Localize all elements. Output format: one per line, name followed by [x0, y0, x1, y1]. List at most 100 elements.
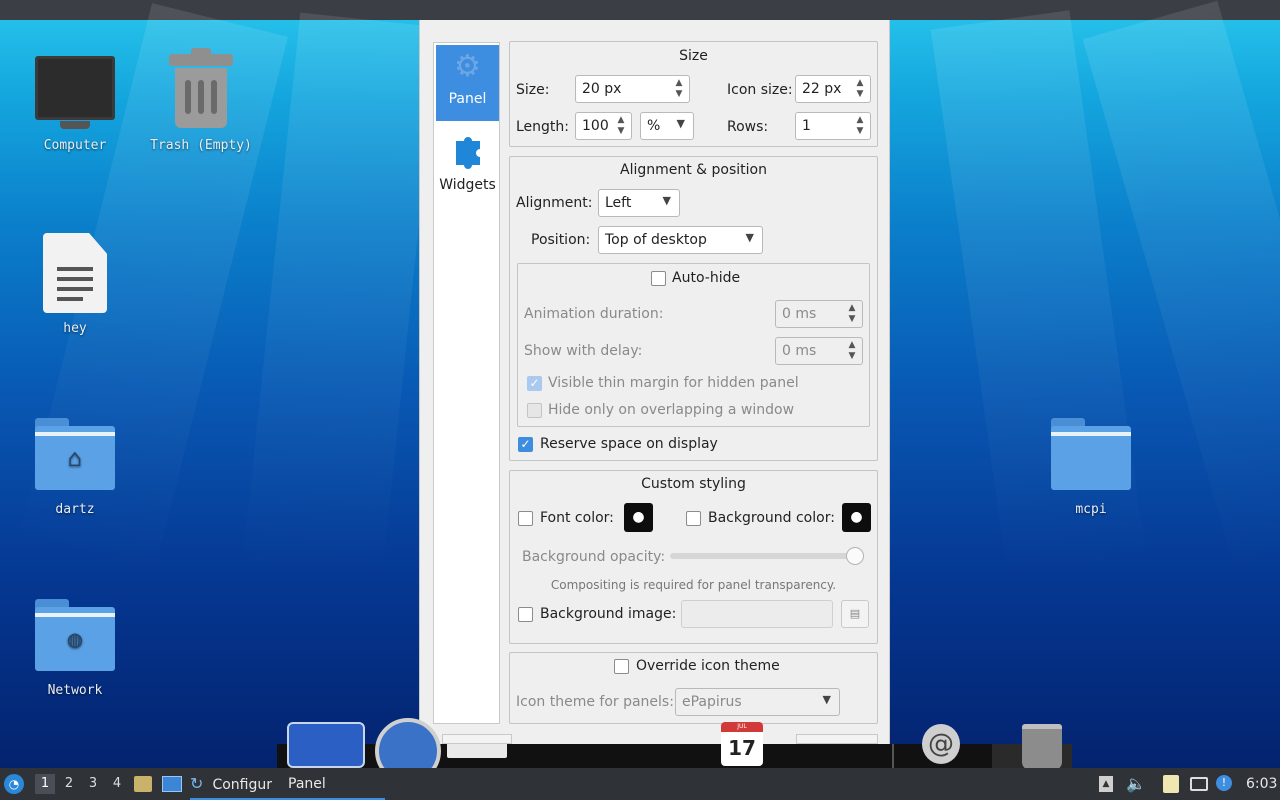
spinbox-value: 100 [582, 118, 609, 134]
image-icon: ▤ [849, 607, 861, 620]
group-title: Custom styling [641, 476, 746, 492]
panel-size-spinbox[interactable]: 20 px ▲ ▼ [575, 75, 690, 103]
background-color-checkbox[interactable] [686, 511, 701, 526]
dock-bar: JUL 17 @ [277, 718, 1072, 784]
hide-overlap-checkbox[interactable] [527, 403, 542, 418]
workspace-2[interactable]: 2 [59, 774, 79, 794]
autohide-label: Auto-hide [672, 270, 741, 286]
start-menu-button[interactable]: ◔ [4, 768, 28, 800]
trash-icon[interactable] [1022, 724, 1062, 770]
show-delay-spinbox[interactable]: 0 ms ▲ ▼ [775, 337, 863, 365]
workspace-3[interactable]: 3 [83, 774, 103, 794]
info-icon: ! [1216, 775, 1232, 791]
icon-theme-group: Override icon theme Icon theme for panel… [509, 652, 878, 724]
group-title: Alignment & position [620, 162, 767, 178]
font-color-button[interactable]: ● [624, 503, 653, 532]
workspace-1[interactable]: 1 [35, 774, 55, 794]
network-icon [1190, 777, 1208, 791]
dialog-button-left[interactable] [442, 734, 512, 744]
background-image-field[interactable] [681, 600, 833, 628]
autohide-checkbox[interactable] [651, 271, 666, 286]
dialog-button-right[interactable] [796, 734, 878, 744]
select-value: Left [605, 195, 632, 211]
nav-item-panel[interactable]: ⚙ Panel [436, 45, 499, 121]
reserve-space-checkbox[interactable]: ✓ [518, 437, 533, 452]
alignment-label: Alignment: [516, 195, 593, 211]
droplet-icon: ● [632, 509, 645, 525]
show-desktop-launcher[interactable] [162, 768, 184, 800]
background-image-checkbox[interactable] [518, 607, 533, 622]
calendar-icon[interactable]: JUL 17 [721, 722, 763, 766]
at-mail-icon[interactable]: @ [922, 724, 960, 764]
network-applet[interactable] [1190, 768, 1212, 800]
file-manager-icon [134, 776, 152, 792]
finder-icon[interactable] [287, 722, 365, 768]
desktop-icon-label: dartz [55, 502, 95, 517]
workspace-4[interactable]: 4 [107, 774, 127, 794]
background-color-label: Background color: [708, 510, 835, 526]
slider-handle[interactable] [846, 547, 864, 565]
desktop-icon-network[interactable]: ◍ Network [10, 599, 140, 698]
spin-arrows-icon[interactable]: ▲ ▼ [846, 340, 858, 362]
background-opacity-label: Background opacity: [522, 549, 666, 565]
reserve-space-label: Reserve space on display [540, 436, 718, 452]
compositing-note: Compositing is required for panel transp… [550, 578, 837, 592]
desktop-icon-hey[interactable]: hey [10, 233, 140, 336]
spinner-icon: ↻ [190, 774, 204, 793]
desktop-icon-dartz[interactable]: ⌂ dartz [10, 418, 140, 517]
animation-duration-spinbox[interactable]: 0 ms ▲ ▼ [775, 300, 863, 328]
calendar-month: JUL [737, 723, 747, 730]
length-label: Length: [516, 119, 570, 135]
icon-theme-select[interactable]: ePapirus ▼ [675, 688, 840, 716]
update-notifier[interactable]: ! [1216, 768, 1238, 800]
spinbox-value: 1 [802, 118, 811, 134]
spinbox-value: 0 ms [782, 343, 817, 359]
rows-spinbox[interactable]: 1 ▲ ▼ [795, 112, 871, 140]
browse-image-button[interactable]: ▤ [841, 600, 869, 628]
desktop-icon-computer[interactable]: Computer [10, 56, 140, 153]
length-spinbox[interactable]: 100 ▲ ▼ [575, 112, 632, 140]
nav-item-widgets[interactable]: Widgets [436, 125, 499, 201]
spinbox-value: 22 px [802, 81, 842, 97]
size-group: Size Size: 20 px ▲ ▼ Icon size: 22 px ▲ ▼ … [509, 41, 878, 147]
droplet-icon: ● [850, 509, 863, 525]
computer-icon [35, 56, 115, 129]
spin-arrows-icon[interactable]: ▲ ▼ [854, 78, 866, 100]
desktop-icon-label: hey [63, 321, 87, 336]
spin-arrows-icon[interactable]: ▲ ▼ [846, 303, 858, 325]
clock[interactable]: 6:03 [1246, 768, 1278, 800]
background-color-button[interactable]: ● [842, 503, 871, 532]
spin-arrows-icon[interactable]: ▲ ▼ [673, 78, 685, 100]
calendar-day: 17 [728, 736, 756, 760]
background-opacity-slider[interactable] [670, 553, 864, 559]
alignment-select[interactable]: Left ▼ [598, 189, 680, 217]
tray-up-arrow[interactable]: ▲ [1099, 768, 1117, 800]
length-unit-select[interactable]: % ▼ [640, 112, 694, 140]
task-label: Configur [212, 777, 273, 793]
override-icon-theme-label: Override icon theme [636, 658, 780, 674]
trash-icon [169, 48, 233, 128]
icon-size-label: Icon size: [727, 82, 793, 98]
chevron-down-icon: ▼ [745, 231, 754, 244]
dialog-sidebar: ⚙ Panel Widgets [433, 42, 500, 724]
dock-divider [892, 744, 894, 768]
task-configure-panel[interactable]: ↻ Configur Panel [190, 768, 385, 800]
thin-margin-checkbox[interactable]: ✓ [527, 376, 542, 391]
clipboard-applet[interactable] [1163, 768, 1185, 800]
desktop-icon-trash[interactable]: Trash (Empty) [136, 48, 266, 153]
position-label: Position: [531, 232, 591, 248]
select-value: % [647, 118, 661, 134]
font-color-checkbox[interactable] [518, 511, 533, 526]
desktop-icon-mcpi[interactable]: mcpi [1026, 418, 1156, 517]
select-value: Top of desktop [605, 232, 707, 248]
icon-size-spinbox[interactable]: 22 px ▲ ▼ [795, 75, 871, 103]
file-manager-launcher[interactable] [134, 768, 154, 800]
hide-overlap-label: Hide only on overlapping a window [548, 402, 795, 418]
override-icon-theme-checkbox[interactable] [614, 659, 629, 674]
puzzle-icon [455, 137, 480, 169]
volume-control[interactable]: 🔈 [1126, 768, 1148, 800]
position-select[interactable]: Top of desktop ▼ [598, 226, 763, 254]
text-file-icon [43, 233, 107, 313]
spin-arrows-icon[interactable]: ▲ ▼ [854, 115, 866, 137]
spin-arrows-icon[interactable]: ▲ ▼ [615, 115, 627, 137]
